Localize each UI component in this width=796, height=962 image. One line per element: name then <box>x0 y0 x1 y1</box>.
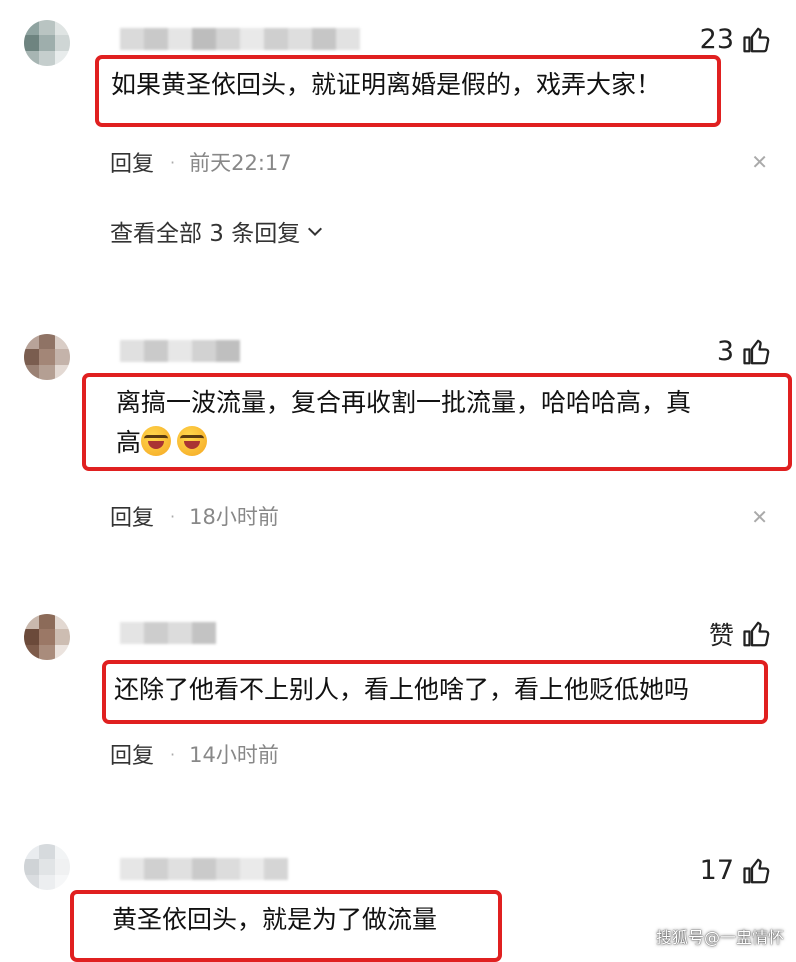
chevron-down-icon <box>308 227 323 237</box>
like-control[interactable]: 3 <box>717 336 772 367</box>
comment-text: 黄圣依回头，就是为了做流量 <box>112 905 438 934</box>
close-icon[interactable]: ✕ <box>751 150 768 174</box>
comment-text: 还除了他看不上别人，看上他啥了，看上他贬低她吗 <box>114 675 690 704</box>
reply-button[interactable]: 回复 <box>110 738 154 770</box>
close-icon[interactable]: ✕ <box>751 505 768 529</box>
like-count: 23 <box>699 24 734 55</box>
comment-text: 如果黄圣依回头，就证明离婚是假的，戏弄大家！ <box>111 70 662 99</box>
avatar[interactable] <box>24 614 70 660</box>
laughing-crying-emoji-icon <box>141 426 172 456</box>
thumbs-up-icon[interactable] <box>742 856 772 886</box>
like-count: 3 <box>716 336 734 367</box>
thumbs-up-icon[interactable] <box>742 337 772 367</box>
thumbs-up-icon[interactable] <box>742 619 772 649</box>
comment-text-line-2: 高 <box>98 423 776 463</box>
comment-meta: 回复 · 前天22:17 <box>110 146 292 178</box>
avatar[interactable] <box>24 844 70 890</box>
username-blurred[interactable] <box>120 858 288 880</box>
comment-text-highlight: 如果黄圣依回头，就证明离婚是假的，戏弄大家！ <box>95 55 721 127</box>
comment-text-highlight: 黄圣依回头，就是为了做流量 <box>70 890 502 962</box>
source-watermark: 搜狐号@一盅情怀 <box>655 928 784 947</box>
username-blurred[interactable] <box>120 340 240 362</box>
comment-text-highlight: 离搞一波流量，复合再收割一批流量，哈哈哈高，真 高 <box>82 373 792 471</box>
separator-dot: · <box>170 152 176 172</box>
view-all-replies-link[interactable]: 查看全部 3 条回复 <box>110 214 324 248</box>
thumbs-up-icon[interactable] <box>742 25 772 55</box>
comment-meta: 回复 · 14小时前 <box>110 738 279 770</box>
username-blurred[interactable] <box>120 622 216 644</box>
timestamp: 18小时前 <box>189 505 279 529</box>
like-control[interactable]: 23 <box>700 24 772 55</box>
separator-dot: · <box>170 506 176 526</box>
avatar[interactable] <box>24 20 70 66</box>
like-count: 17 <box>699 855 734 886</box>
like-control[interactable]: 17 <box>700 855 772 886</box>
username-blurred[interactable] <box>120 28 360 50</box>
reply-button[interactable]: 回复 <box>110 146 154 178</box>
view-all-replies-label: 查看全部 3 条回复 <box>110 221 301 247</box>
separator-dot: · <box>170 744 176 764</box>
like-control[interactable]: 赞 <box>709 616 772 652</box>
laughing-crying-emoji-icon <box>177 426 208 456</box>
comment-text-highlight: 还除了他看不上别人，看上他啥了，看上他贬低她吗 <box>102 660 768 724</box>
avatar[interactable] <box>24 334 70 380</box>
timestamp: 前天22:17 <box>189 151 292 175</box>
comment-text-line-1: 离搞一波流量，复合再收割一批流量，哈哈哈高，真 <box>116 388 692 417</box>
reply-button[interactable]: 回复 <box>110 500 154 532</box>
like-count: 赞 <box>708 621 734 650</box>
comment-meta: 回复 · 18小时前 <box>110 500 279 532</box>
comment-text-line-2-text: 高 <box>116 428 142 457</box>
timestamp: 14小时前 <box>189 743 279 767</box>
